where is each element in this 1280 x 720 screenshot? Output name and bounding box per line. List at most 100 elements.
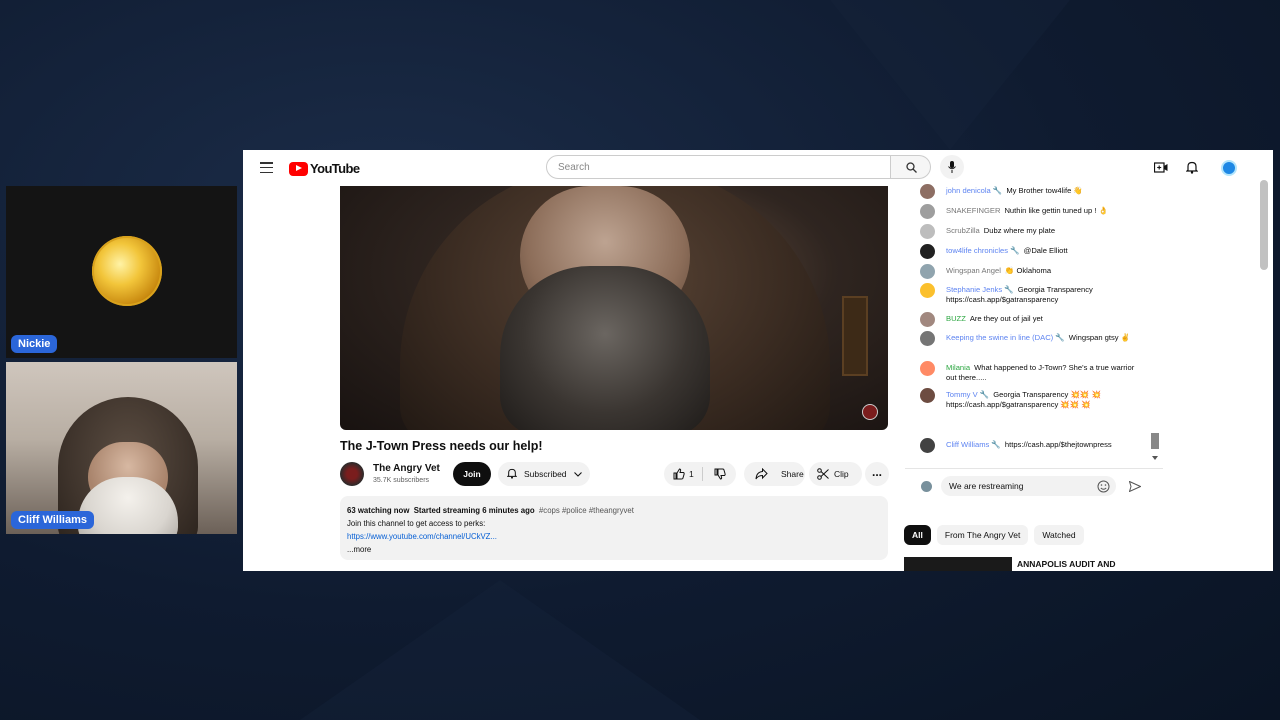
webcam-panel-cliff: [6, 362, 237, 534]
chat-author-avatar[interactable]: [920, 204, 935, 219]
bell-icon: [507, 468, 517, 479]
recommended-video-thumbnail[interactable]: [904, 557, 1012, 571]
chat-message-text: @Dale Elliott: [1023, 246, 1068, 255]
chat-message-text: Dubz where my plate: [983, 226, 1056, 235]
chat-author-avatar[interactable]: [920, 244, 935, 259]
play-logo-icon: [289, 161, 308, 176]
chat-author-avatar[interactable]: [920, 184, 935, 199]
search-button[interactable]: [891, 155, 931, 179]
chat-author-name[interactable]: Stephanie Jenks 🔧: [946, 285, 1014, 294]
chat-author-name[interactable]: Cliff Williams 🔧: [946, 440, 1001, 449]
join-button[interactable]: Join: [453, 462, 491, 486]
chat-message-text: My Brother tow4life 👋: [1006, 186, 1083, 195]
share-icon: [755, 468, 768, 480]
chat-message-text: https://cash.app/$thejtownpress: [1004, 440, 1112, 449]
like-divider: [702, 467, 703, 481]
chat-message-body: Wingspan Angel 👏 Oklahoma: [946, 266, 1146, 276]
chat-author-name[interactable]: ScrubZilla: [946, 226, 980, 235]
emoji-icon[interactable]: [1097, 480, 1110, 493]
description-stats: 63 watching now Started streaming 6 minu…: [347, 504, 881, 517]
description-line: Join this channel to get access to perks…: [347, 519, 486, 528]
chat-message-input[interactable]: We are restreaming: [941, 476, 1116, 496]
subscribed-button[interactable]: Subscribed: [498, 462, 590, 486]
subscriber-count: 35.7K subscribers: [373, 477, 430, 484]
hashtags[interactable]: #cops #police #theangryvet: [539, 506, 634, 515]
chevron-down-icon: [574, 472, 582, 477]
scissors-icon: [817, 468, 829, 480]
background-shape: [300, 580, 700, 720]
send-icon[interactable]: [1129, 481, 1141, 492]
chat-author-avatar[interactable]: [920, 264, 935, 279]
share-label: Share: [781, 469, 804, 479]
webcam-panel-nickie: [6, 186, 237, 358]
channel-link[interactable]: https://www.youtube.com/channel/UCkVZ...: [347, 532, 497, 541]
webcam-name-tag: Nickie: [11, 335, 58, 353]
chat-message-body: Milania What happened to J-Town? She's a …: [946, 363, 1146, 383]
chat-author-avatar[interactable]: [920, 361, 935, 376]
chat-message-text: 👏 Oklahoma: [1004, 266, 1052, 275]
chat-user-avatar: [921, 481, 932, 492]
menu-icon[interactable]: [260, 162, 273, 174]
chat-author-name[interactable]: Milania: [946, 363, 970, 372]
chat-author-avatar[interactable]: [920, 283, 935, 298]
live-chat-panel: john denicola 🔧 My Brother tow4life 👋 SNAK…: [905, 184, 1163, 466]
more-actions-button[interactable]: ...: [865, 462, 889, 486]
chat-author-avatar[interactable]: [920, 331, 935, 346]
chat-scroll-down-icon[interactable]: [1151, 455, 1159, 461]
chat-message-body: tow4life chronicles 🔧 @Dale Elliott: [946, 246, 1146, 256]
chat-message-body: Keeping the swine in line (DAC) 🔧 Wingspa…: [946, 333, 1146, 343]
video-person-beard: [500, 266, 710, 430]
like-count: 1: [689, 469, 694, 479]
chat-author-avatar[interactable]: [920, 312, 935, 327]
youtube-logo[interactable]: YouTube: [289, 161, 360, 176]
notifications-bell-icon[interactable]: [1186, 161, 1198, 174]
chat-author-avatar[interactable]: [920, 388, 935, 403]
page-scrollbar[interactable]: [1260, 180, 1268, 270]
chat-author-name[interactable]: BUZZ: [946, 314, 966, 323]
chat-message-body: SNAKEFINGER Nuthin like gettin tuned up !…: [946, 206, 1146, 216]
filter-all[interactable]: All: [904, 525, 931, 545]
show-more-link[interactable]: ...more: [347, 543, 881, 556]
subscribed-label: Subscribed: [524, 469, 567, 479]
webcam-name-tag: Cliff Williams: [11, 511, 94, 529]
search-input[interactable]: Search: [546, 155, 891, 179]
channel-name[interactable]: The Angry Vet: [373, 463, 440, 474]
microphone-icon: [948, 161, 956, 173]
clip-label: Clip: [834, 469, 849, 479]
search-icon: [906, 162, 917, 173]
channel-avatar[interactable]: [340, 462, 364, 486]
share-button[interactable]: Share: [744, 462, 805, 486]
channel-watermark-icon[interactable]: [862, 404, 878, 420]
chat-message-text: Wingspan gtsy ✌: [1068, 333, 1131, 342]
chat-author-name[interactable]: tow4life chronicles 🔧: [946, 246, 1020, 255]
filter-watched[interactable]: Watched: [1034, 525, 1084, 545]
clip-button[interactable]: Clip: [809, 462, 862, 486]
chat-message-body: Cliff Williams 🔧 https://cash.app/$thejto…: [946, 440, 1146, 450]
chat-author-name[interactable]: john denicola 🔧: [946, 186, 1002, 195]
chat-author-name[interactable]: Tommy V 🔧: [946, 390, 989, 399]
filter-from-channel[interactable]: From The Angry Vet: [936, 525, 1029, 545]
chat-message-text: Nuthin like gettin tuned up ! 👌: [1004, 206, 1109, 215]
recommended-video-title[interactable]: ANNAPOLIS AUDIT AND: [1017, 559, 1116, 569]
stream-started: Started streaming 6 minutes ago: [413, 506, 535, 515]
watching-count: 63 watching now: [347, 506, 410, 515]
wall-picture-frame: [842, 296, 868, 376]
video-description[interactable]: 63 watching now Started streaming 6 minu…: [340, 496, 888, 560]
voice-search-button[interactable]: [940, 155, 964, 179]
video-player[interactable]: [340, 186, 888, 430]
account-avatar[interactable]: [1221, 160, 1237, 176]
create-video-icon[interactable]: [1154, 162, 1168, 173]
chat-author-name[interactable]: SNAKEFINGER: [946, 206, 1000, 215]
chat-scrollbar[interactable]: [1151, 433, 1159, 449]
chat-author-avatar[interactable]: [920, 224, 935, 239]
logo-text: YouTube: [310, 161, 360, 176]
chat-author-name[interactable]: Keeping the swine in line (DAC) 🔧: [946, 333, 1065, 342]
rose-avatar: [92, 236, 162, 306]
chat-message-text: Are they out of jail yet: [969, 314, 1043, 323]
chat-author-name[interactable]: Wingspan Angel: [946, 266, 1001, 275]
dislike-icon[interactable]: [714, 468, 726, 480]
chat-message-text: What happened to J-Town? She's a true wa…: [946, 363, 1135, 382]
like-icon[interactable]: [673, 468, 685, 480]
chat-author-avatar[interactable]: [920, 438, 935, 453]
top-bar: YouTube Search: [243, 150, 1273, 186]
